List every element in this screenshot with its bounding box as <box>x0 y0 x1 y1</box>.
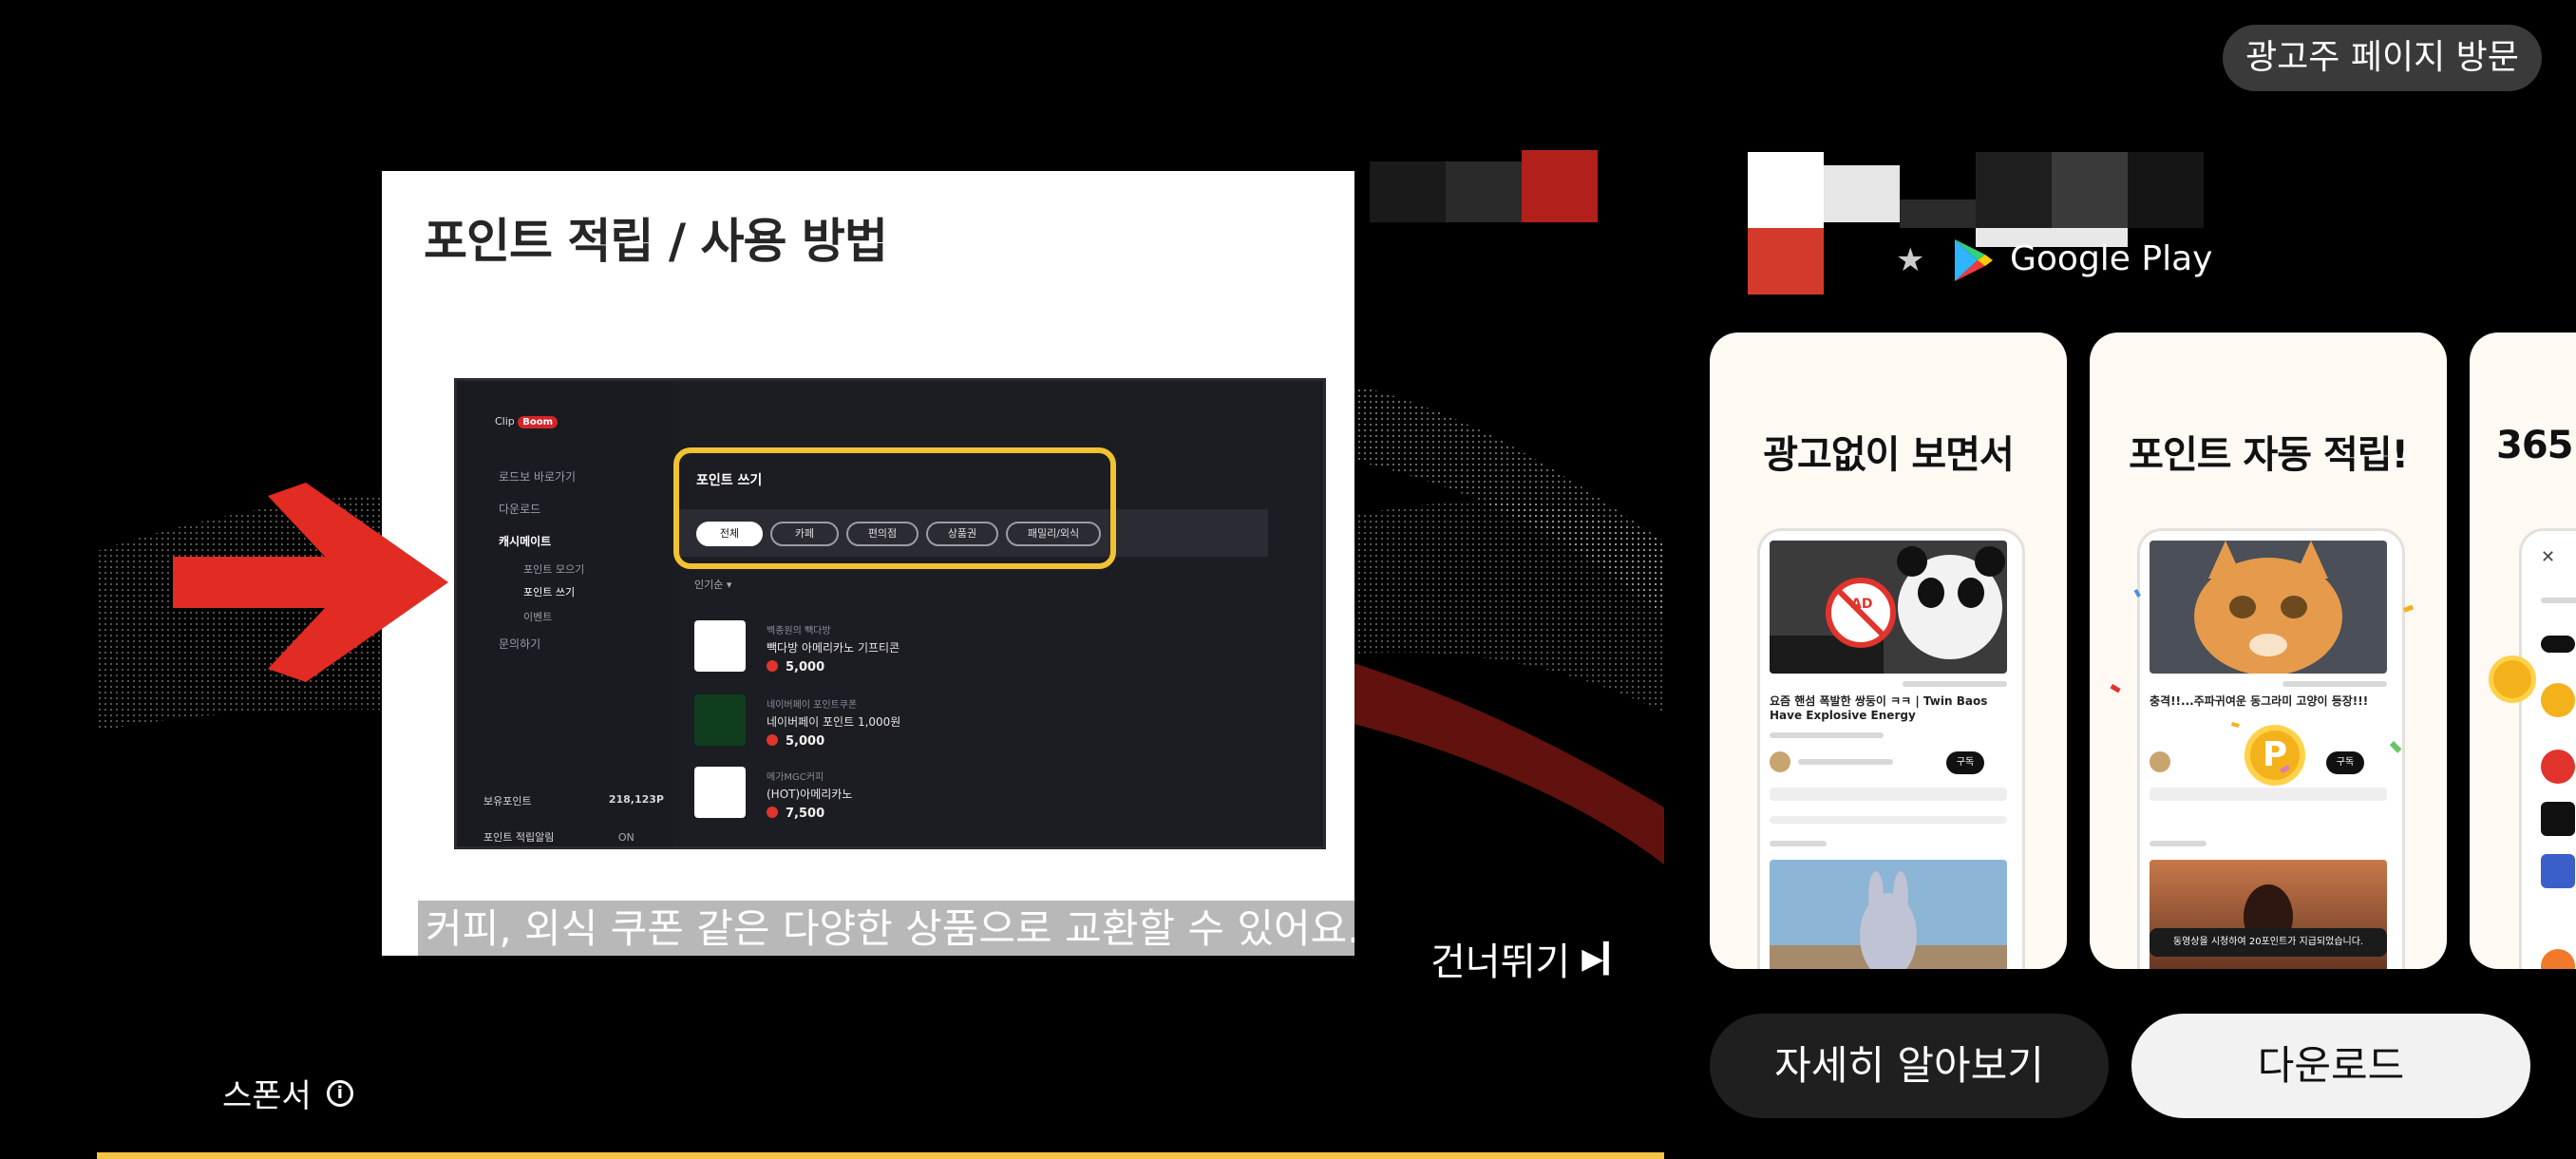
product-price: 7,500 <box>767 807 824 821</box>
product-price: 5,000 <box>767 660 824 674</box>
product-price: 5,000 <box>767 734 824 749</box>
subscribe-button: 구독 <box>1946 751 1984 774</box>
screenshot-title: 광고없이 보면서 <box>1763 433 2015 477</box>
placeholder-line <box>2150 841 2207 846</box>
panda-video-thumbnail <box>1770 541 2007 674</box>
close-icon: ✕ <box>2541 547 2556 567</box>
visit-advertiser-button[interactable]: 광고주 페이지 방문 <box>2223 25 2542 91</box>
mock-menu-item: 다운로드 <box>499 503 541 516</box>
action-row <box>2150 788 2387 801</box>
video-progress-bar[interactable] <box>97 1152 1664 1159</box>
placeholder-chip <box>2541 636 2575 653</box>
mock-balance-label: 보유포인트 <box>483 795 532 808</box>
mock-menu-item: 문의하기 <box>499 637 541 651</box>
slide-title: 포인트 적립 / 사용 방법 <box>424 214 888 269</box>
mock-filter-chip: 편의점 <box>846 522 919 546</box>
highlight-box <box>673 447 1116 569</box>
confetti <box>2110 589 2415 774</box>
placeholder-line <box>1903 681 2007 687</box>
star-icon: ★ <box>1896 241 1925 279</box>
google-play-label: Google Play <box>2010 239 2213 278</box>
product-thumbnail <box>694 767 746 818</box>
point-coin-icon <box>2541 683 2575 717</box>
brand-logo <box>2541 854 2575 888</box>
screenshot-title: 포인트 자동 적립! <box>2129 433 2409 477</box>
app-screenshot-card[interactable]: 포인트 자동 적립! 충격!!...주파귀여운 동그라미 고양이 등장!!! 구… <box>2090 332 2447 969</box>
ad-blocked-badge: AD <box>1851 597 1873 612</box>
video-title-text: 요즘 핸섬 폭발한 쌍둥이 ㅋㅋ | Twin Baos Have Explos… <box>1770 694 1988 722</box>
mock-logo-badge: Boom <box>518 416 559 428</box>
app-screenshot: Clip Boom 로드보 바로가기 다운로드 캐시메이트 포인트 모으기 포인… <box>454 378 1326 849</box>
sponsor-label-row[interactable]: 스폰서 i <box>222 1070 353 1116</box>
mock-setting-value: ON <box>617 831 635 844</box>
action-row <box>1770 788 2007 801</box>
product-name: (HOT)아메리카노 <box>767 788 853 801</box>
placeholder-line <box>1798 759 1893 765</box>
brand-logo <box>2541 802 2575 836</box>
phone-mockup: ✕ <box>2519 528 2576 969</box>
mock-balance: 보유포인트 218,123P <box>483 793 664 808</box>
product-brand: 백종원의 빽다방 <box>767 626 831 636</box>
next-video-thumbnail <box>1770 860 2007 969</box>
video-player[interactable]: 포인트 적립 / 사용 방법 Clip Boom 로드보 바로가기 다운로드 캐… <box>97 142 1664 1154</box>
learn-more-button[interactable]: 자세히 알아보기 <box>1710 1014 2109 1118</box>
redacted-overlay <box>1370 150 1598 222</box>
mock-filter-chip: 전체 <box>696 522 763 546</box>
video-caption: 커피, 외식 쿠폰 같은 다양한 상품으로 교환할 수 있어요. <box>418 901 1354 956</box>
brand-logo <box>2541 750 2575 784</box>
placeholder-line <box>2541 598 2576 603</box>
product-name: 빽다방 아메리카노 기프티콘 <box>767 641 900 655</box>
sponsor-label: 스폰서 <box>222 1077 312 1115</box>
video-slide: 포인트 적립 / 사용 방법 Clip Boom 로드보 바로가기 다운로드 캐… <box>382 171 1354 956</box>
mock-logo-text: Clip <box>495 415 515 428</box>
product-thumbnail <box>694 620 746 672</box>
app-screenshot-card[interactable]: 365 ✕ <box>2470 332 2576 969</box>
mock-sub-item: 이벤트 <box>523 611 553 623</box>
placeholder-line <box>1770 732 1884 738</box>
red-arrow-icon <box>173 483 448 682</box>
mock-sort: 인기순 ▾ <box>694 579 732 591</box>
download-button[interactable]: 다운로드 <box>2131 1014 2530 1118</box>
product-thumbnail <box>694 694 746 746</box>
screenshot-title: 365 <box>2496 424 2574 467</box>
app-screenshot-card[interactable]: 광고없이 보면서 AD 요즘 핸섬 폭발한 쌍둥이 ㅋㅋ | Twin Baos… <box>1710 332 2067 969</box>
redacted-app-info <box>1748 152 2204 294</box>
mock-menu-item: 캐시메이트 <box>499 535 552 548</box>
brand-logo <box>2541 949 2575 969</box>
placeholder-line <box>1770 816 2007 824</box>
mock-menu-item: 로드보 바로가기 <box>499 470 577 484</box>
placeholder-line <box>1770 841 1827 846</box>
point-toast: 동영상을 시청하여 20포인트가 지급되었습니다. <box>2150 928 2387 957</box>
point-coin-icon <box>2489 656 2536 703</box>
product-brand: 메가MGC커피 <box>767 772 824 783</box>
mock-setting-label: 포인트 적립알림 <box>483 831 555 844</box>
mock-sidebar <box>457 381 673 846</box>
product-brand: 네이버페이 포인트쿠폰 <box>767 700 858 711</box>
info-icon[interactable]: i <box>326 1079 353 1107</box>
channel-avatar <box>1770 751 1790 772</box>
skip-label: 건너뛰기 <box>1430 940 1571 984</box>
mock-sub-item: 포인트 모으기 <box>523 563 585 576</box>
google-play-icon <box>1955 239 1993 281</box>
product-name: 네이버페이 포인트 1,000원 <box>767 715 901 729</box>
mock-setting: 포인트 적립알림 ON <box>483 829 635 845</box>
mock-sub-item: 포인트 쓰기 <box>523 586 576 598</box>
skip-ad-button[interactable]: 건너뛰기 ▶▎ <box>1430 931 1625 986</box>
mock-filter-chip: 카페 <box>770 522 839 546</box>
mock-filter-chip: 상품권 <box>926 522 998 546</box>
skip-next-icon: ▶▎ <box>1582 941 1626 976</box>
mock-balance-value: 218,123P <box>608 793 664 806</box>
phone-mockup: AD 요즘 핸섬 폭발한 쌍둥이 ㅋㅋ | Twin Baos Have Exp… <box>1757 528 2025 969</box>
mock-filter-chip: 패밀리/외식 <box>1006 522 1101 546</box>
mock-logo: Clip Boom <box>495 415 559 428</box>
mock-panel-title: 포인트 쓰기 <box>696 473 763 488</box>
